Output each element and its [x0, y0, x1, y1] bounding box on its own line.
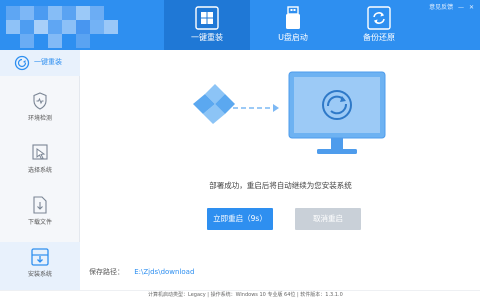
blurred-logo — [0, 0, 150, 50]
deploy-illustration — [193, 71, 386, 154]
sidebar-item-select-system: 选择系统 — [0, 144, 80, 184]
sidebar: 一键重装 环境检测 选择系统 下载文件 安装系统 — [0, 50, 80, 290]
sidebar-item-label: 安装系统 — [27, 271, 52, 278]
reinstall-icon — [14, 55, 30, 71]
status-bar: 计算机启动类型：Legacy | 操作系统：Windows 10 专业版 64位… — [0, 290, 480, 300]
top-header: 一键重装 U盘启动 备份还原 意见反馈 — ✕ — [0, 0, 480, 50]
cursor-select-icon — [32, 144, 48, 160]
tab-label: 一键重装 — [191, 33, 223, 42]
main-panel: 部署成功，重启后将自动继续为您安装系统 立即重启（9s） 取消重启 保存路径： … — [81, 50, 480, 290]
sidebar-item-install-system: 安装系统 — [0, 242, 80, 290]
save-path-row: 保存路径： E:\Zjds\download — [89, 267, 194, 277]
close-icon[interactable]: ✕ — [469, 4, 474, 11]
sidebar-item-download-files: 下载文件 — [0, 196, 80, 236]
sidebar-item-reinstall[interactable]: 一键重装 — [0, 50, 80, 76]
tab-label: U盘启动 — [278, 33, 308, 42]
sidebar-item-label: 选择系统 — [27, 167, 52, 174]
tab-one-click-reinstall[interactable]: 一键重装 — [164, 0, 250, 50]
download-file-icon — [33, 196, 47, 214]
save-path-label: 保存路径： — [89, 268, 124, 276]
tab-backup-restore[interactable]: 备份还原 — [336, 0, 422, 50]
windows-icon — [195, 6, 219, 30]
tab-usb-boot[interactable]: U盘启动 — [250, 0, 336, 50]
save-path-link[interactable]: E:\Zjds\download — [134, 268, 194, 276]
sidebar-item-label: 一键重装 — [34, 58, 62, 66]
tab-label: 备份还原 — [363, 33, 395, 42]
window-controls: 意见反馈 — ✕ — [426, 2, 474, 11]
minimize-icon[interactable]: — — [458, 4, 464, 11]
status-message: 部署成功，重启后将自动继续为您安装系统 — [209, 181, 352, 190]
sidebar-item-label: 环境检测 — [27, 115, 52, 122]
monitor-icon — [288, 71, 386, 154]
sidebar-item-env-check: 环境检测 — [0, 92, 80, 132]
usb-drive-icon — [286, 6, 300, 29]
sidebar-item-label: 下载文件 — [27, 219, 52, 226]
feedback-link[interactable]: 意见反馈 — [429, 4, 453, 11]
backup-restore-icon — [367, 6, 391, 30]
cancel-restart-button[interactable]: 取消重启 — [295, 208, 361, 230]
install-system-icon — [31, 248, 49, 266]
shield-check-icon — [33, 92, 47, 110]
restart-now-button[interactable]: 立即重启（9s） — [207, 208, 273, 230]
windows-logo-icon — [193, 84, 235, 124]
